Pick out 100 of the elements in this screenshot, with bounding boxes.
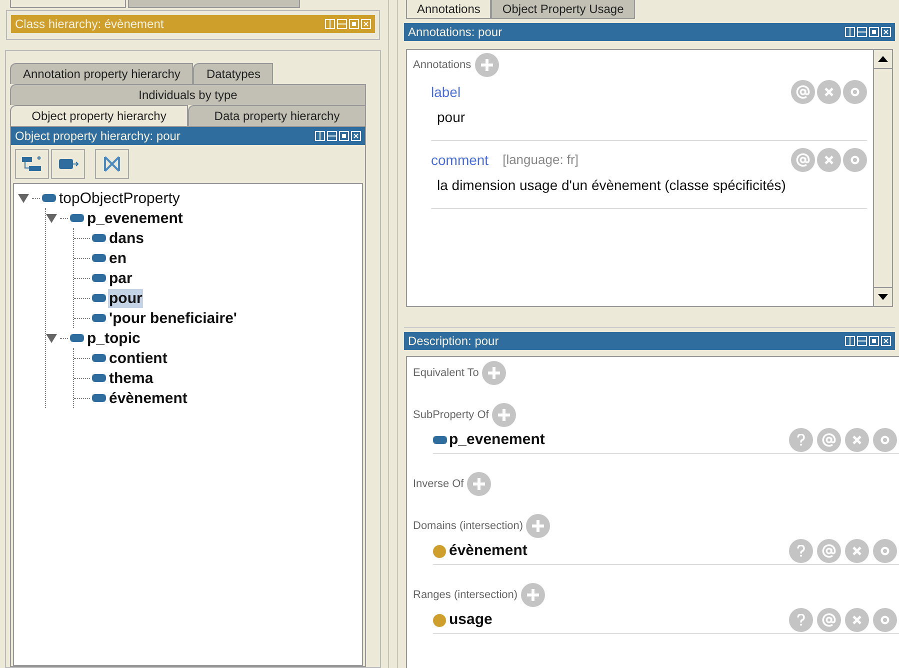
edit-button[interactable] <box>873 608 897 632</box>
tree-item[interactable]: par <box>108 268 134 288</box>
maximize-icon[interactable] <box>869 336 879 346</box>
close-icon <box>824 155 834 165</box>
split-icon[interactable] <box>325 19 335 29</box>
property-icon <box>92 314 106 322</box>
delete-icon <box>103 155 121 173</box>
annotate-button[interactable] <box>791 80 815 104</box>
tab[interactable]: Data property hierarchy <box>188 105 366 126</box>
add-button[interactable] <box>520 583 545 607</box>
at-sign-icon <box>796 85 810 99</box>
tree-item[interactable]: 'pour beneficiaire' <box>108 308 238 328</box>
edit-button[interactable] <box>873 428 897 452</box>
scroll-up-icon[interactable] <box>878 56 888 62</box>
close-icon[interactable] <box>361 19 371 29</box>
add-subproperty-button[interactable] <box>15 149 49 179</box>
annotation-property[interactable]: comment <box>431 150 489 170</box>
close-icon[interactable] <box>881 27 891 37</box>
description-item[interactable]: p_evenement <box>449 428 545 452</box>
tree-item[interactable]: contient <box>108 348 168 368</box>
property-icon <box>92 294 106 302</box>
delete-button[interactable] <box>845 539 869 563</box>
property-icon <box>92 374 106 382</box>
close-icon[interactable] <box>881 336 891 346</box>
ring-icon <box>880 546 890 556</box>
maximize-icon[interactable] <box>339 131 349 141</box>
add-button[interactable] <box>482 361 506 385</box>
annotation-value: pour <box>437 108 466 127</box>
delete-property-button[interactable] <box>95 149 129 179</box>
tree-item[interactable]: p_topic <box>86 328 142 348</box>
plus-icon <box>486 366 501 380</box>
expanded-arrow-icon[interactable] <box>18 194 29 202</box>
property-icon <box>433 436 447 444</box>
close-icon[interactable] <box>351 131 361 141</box>
section-label: Annotations <box>413 58 472 73</box>
maximize-icon[interactable] <box>349 19 359 29</box>
section-label: Equivalent To <box>413 366 479 381</box>
minimize-icon[interactable] <box>327 131 337 141</box>
tab[interactable]: Object Property Usage <box>491 0 635 19</box>
panel-title: Object property hierarchy: pour <box>15 128 180 145</box>
help-button[interactable] <box>789 428 813 452</box>
delete-button[interactable] <box>817 148 841 172</box>
splitter-bar[interactable] <box>388 0 398 668</box>
expanded-arrow-icon[interactable] <box>46 214 57 222</box>
edit-button[interactable] <box>843 80 867 104</box>
edit-button[interactable] <box>843 148 867 172</box>
panel-title: Description: pour <box>408 333 499 350</box>
add-button[interactable] <box>492 403 516 427</box>
at-sign-icon <box>822 613 836 627</box>
minimize-icon[interactable] <box>857 27 867 37</box>
help-button[interactable] <box>789 608 813 632</box>
split-icon[interactable] <box>315 131 325 141</box>
help-button[interactable] <box>789 539 813 563</box>
tree-item[interactable]: en <box>108 248 128 268</box>
tree-item[interactable]: topObjectProperty <box>58 188 181 208</box>
panel-title: Annotations: pour <box>408 24 502 41</box>
description-item[interactable]: usage <box>449 608 492 632</box>
tree-item[interactable]: thema <box>108 368 154 388</box>
annotate-button[interactable] <box>817 539 841 563</box>
split-icon[interactable] <box>845 336 855 346</box>
property-icon <box>42 194 56 202</box>
close-icon <box>852 615 862 625</box>
tab[interactable]: Annotation property hierarchy <box>10 63 194 84</box>
tree-item[interactable]: pour <box>108 288 144 308</box>
tree-item[interactable]: évènement <box>108 388 188 408</box>
split-icon[interactable] <box>845 27 855 37</box>
delete-button[interactable] <box>845 428 869 452</box>
annotate-button[interactable] <box>817 608 841 632</box>
minimize-icon[interactable] <box>337 19 347 29</box>
scrollbar[interactable] <box>873 50 892 306</box>
add-button[interactable] <box>526 514 550 538</box>
add-button[interactable] <box>475 53 500 77</box>
edit-button[interactable] <box>873 539 897 563</box>
description-item[interactable]: évènement <box>449 540 528 562</box>
annotate-button[interactable] <box>791 148 815 172</box>
tree-item[interactable]: p_evenement <box>86 208 184 228</box>
ring-icon <box>850 155 860 165</box>
delete-button[interactable] <box>817 80 841 104</box>
tab[interactable]: Individuals by type <box>10 84 366 105</box>
minimize-icon[interactable] <box>857 336 867 346</box>
delete-button[interactable] <box>845 608 869 632</box>
scroll-down-icon[interactable] <box>878 294 888 300</box>
expanded-arrow-icon[interactable] <box>46 334 57 342</box>
question-icon <box>797 614 805 626</box>
annotation-property[interactable]: label <box>431 82 461 102</box>
property-icon <box>92 274 106 282</box>
tree-item[interactable]: dans <box>108 228 146 248</box>
annotate-button[interactable] <box>817 428 841 452</box>
ring-icon <box>850 87 860 97</box>
add-sibling-button[interactable] <box>51 149 85 179</box>
ring-icon <box>880 435 890 445</box>
add-button[interactable] <box>466 472 491 496</box>
question-icon <box>797 434 805 446</box>
question-icon <box>797 545 805 557</box>
tab[interactable]: Datatypes <box>193 63 274 84</box>
tab[interactable]: Annotations <box>406 0 492 19</box>
maximize-icon[interactable] <box>869 27 879 37</box>
tab[interactable]: Object property hierarchy <box>10 105 188 126</box>
plus-icon <box>480 58 494 72</box>
property-icon <box>92 254 106 262</box>
